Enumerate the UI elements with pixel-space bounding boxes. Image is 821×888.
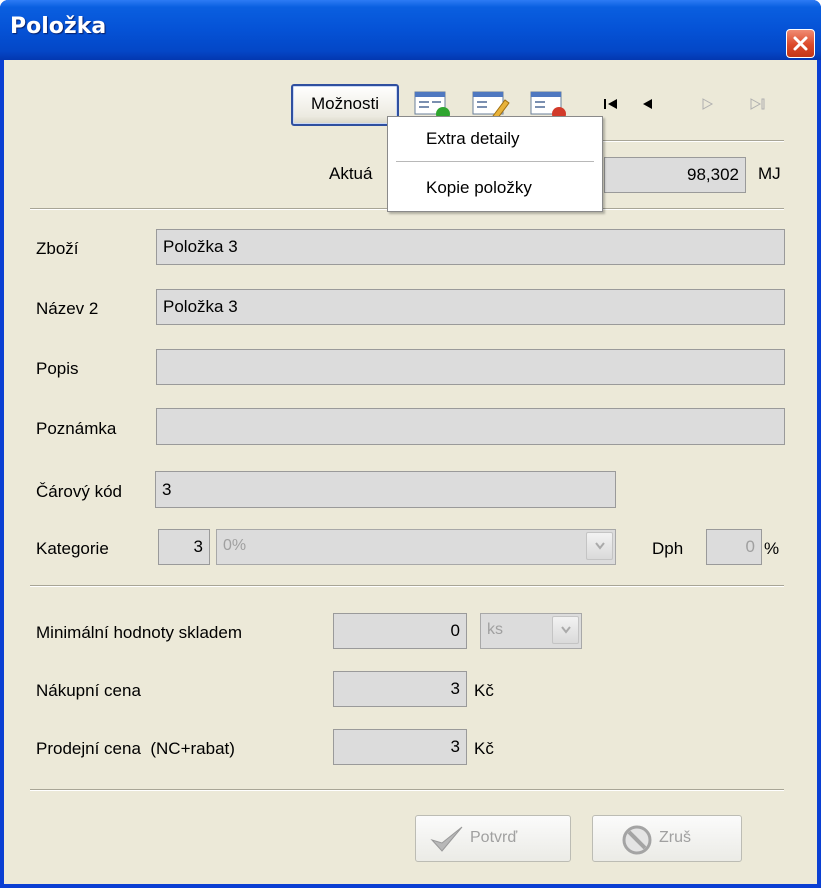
first-record-icon[interactable] — [602, 96, 620, 112]
nazev2-field[interactable]: Položka 3 — [156, 289, 785, 325]
popis-label: Popis — [36, 359, 79, 378]
chevron-down-icon — [561, 626, 571, 634]
checkmark-icon — [430, 826, 463, 852]
last-record-icon[interactable] — [748, 96, 768, 112]
poznamka-field[interactable] — [156, 408, 785, 445]
sale-price-label: Prodejní cena (NC+rabat) — [36, 739, 235, 758]
min-stock-unit-dropdown-button[interactable] — [552, 616, 579, 644]
purchase-price-label: Nákupní cena — [36, 681, 141, 700]
popis-field[interactable] — [156, 349, 785, 385]
options-menu: Extra detaily Kopie položky — [387, 116, 603, 212]
menu-item-copy-item[interactable]: Kopie položky — [426, 178, 532, 198]
previous-record-icon[interactable] — [639, 96, 657, 112]
title-bar[interactable]: Položka — [0, 0, 821, 60]
kategorie-dropdown-button[interactable] — [586, 532, 613, 560]
purchase-price-field[interactable]: 3 — [333, 671, 467, 707]
cancel-button-label: Zruš — [659, 829, 691, 846]
min-stock-label: Minimální hodnoty skladem — [36, 623, 242, 642]
dph-unit: % — [764, 539, 780, 558]
min-stock-unit-value: ks — [487, 621, 503, 638]
sale-price-currency: Kč — [474, 739, 494, 758]
purchase-price-currency: Kč — [474, 681, 494, 700]
next-record-icon[interactable] — [699, 96, 717, 112]
kategorie-number-field[interactable]: 3 — [158, 529, 210, 565]
close-button[interactable] — [786, 29, 815, 58]
min-stock-unit-select[interactable]: ks — [480, 613, 582, 649]
stock-label: Aktuá — [329, 164, 373, 183]
dph-label: Dph — [652, 539, 684, 558]
kategorie-label: Kategorie — [36, 539, 109, 558]
close-icon — [793, 36, 808, 51]
confirm-button[interactable]: Potvrď — [415, 815, 571, 862]
kategorie-select[interactable]: 0% — [216, 529, 616, 565]
carovy-kod-label: Čárový kód — [36, 482, 122, 501]
nazev2-label: Název 2 — [36, 299, 99, 318]
poznamka-label: Poznámka — [36, 419, 117, 438]
zbozi-field[interactable]: Položka 3 — [156, 229, 785, 265]
window-title: Položka — [10, 14, 107, 39]
section-divider-2 — [30, 585, 784, 587]
sale-price-field[interactable]: 3 — [333, 729, 467, 765]
stock-value-field: 98,302 — [604, 157, 746, 193]
menu-separator — [396, 161, 594, 162]
cancel-button[interactable]: Zruš — [592, 815, 742, 862]
options-button[interactable]: Možnosti — [291, 84, 399, 126]
stock-unit: MJ — [758, 164, 781, 183]
confirm-button-label: Potvrď — [470, 829, 518, 846]
menu-item-extra-details[interactable]: Extra detaily — [426, 129, 520, 149]
carovy-kod-field[interactable]: 3 — [155, 471, 616, 508]
zbozi-label: Zboží — [36, 239, 79, 258]
kategorie-selected-value: 0% — [223, 537, 247, 554]
min-stock-field[interactable]: 0 — [333, 613, 467, 649]
cancel-icon — [622, 825, 652, 855]
chevron-down-icon — [595, 542, 605, 550]
dph-field[interactable]: 0 — [706, 529, 762, 565]
section-divider-3 — [30, 789, 784, 791]
